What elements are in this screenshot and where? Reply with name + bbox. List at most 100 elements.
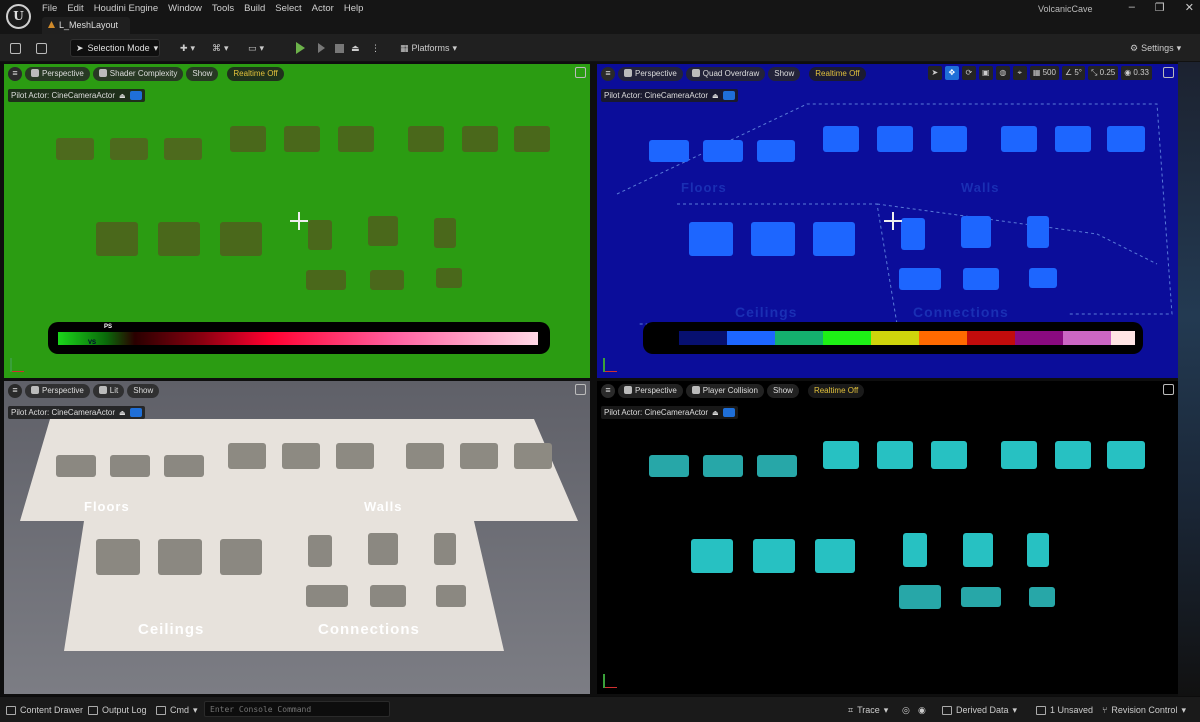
menu-houdini-engine[interactable]: Houdini Engine — [92, 0, 166, 16]
viewport-shader-complexity[interactable]: PS VS ≡ Perspective Shader Complexity Sh… — [4, 64, 590, 378]
mesh-ceiling[interactable] — [689, 222, 733, 256]
collision-floor[interactable] — [757, 455, 797, 477]
mesh-ceiling[interactable] — [751, 222, 795, 256]
content-browse-button[interactable] — [36, 40, 47, 56]
mesh-wall[interactable] — [514, 443, 552, 469]
view-mode-button[interactable]: Quad Overdraw — [685, 66, 766, 81]
mesh-wall[interactable] — [336, 443, 374, 469]
mesh-connection[interactable] — [434, 218, 456, 248]
mesh-connection[interactable] — [308, 220, 332, 250]
eject-button[interactable]: ⏏ — [351, 40, 360, 56]
camera-icon[interactable] — [722, 91, 735, 100]
menu-file[interactable]: File — [40, 0, 65, 16]
mesh-wall[interactable] — [1055, 126, 1091, 152]
rotation-snap-toggle[interactable]: ∠ 5° — [1061, 66, 1086, 80]
collision-floor[interactable] — [649, 455, 689, 477]
world-space-icon[interactable]: ◍ — [995, 66, 1010, 80]
select-tool-icon[interactable]: ➤ — [927, 66, 942, 80]
collision-wall[interactable] — [877, 441, 913, 469]
menu-window[interactable]: Window — [166, 0, 210, 16]
mesh-wall[interactable] — [408, 126, 444, 152]
view-mode-button[interactable]: Player Collision — [685, 383, 764, 398]
unreal-logo-icon[interactable]: U — [6, 4, 31, 29]
mesh-connection[interactable] — [1029, 268, 1057, 288]
perspective-button[interactable]: Perspective — [25, 66, 90, 81]
mesh-ceiling[interactable] — [158, 222, 200, 256]
blueprint-button[interactable]: ⌘ ▾ — [212, 40, 229, 56]
mesh-ceiling[interactable] — [813, 222, 855, 256]
eject-icon[interactable]: ⏏ — [712, 92, 719, 100]
mesh-floor[interactable] — [703, 140, 743, 162]
viewport-player-collision[interactable]: ≡ Perspective Player Collision Show Real… — [597, 381, 1178, 694]
view-mode-button[interactable]: Lit — [92, 383, 125, 398]
mesh-wall[interactable] — [877, 126, 913, 152]
mesh-connection[interactable] — [370, 270, 404, 290]
mesh-wall[interactable] — [1107, 126, 1145, 152]
camera-icon[interactable] — [722, 408, 735, 417]
save-button[interactable] — [10, 40, 21, 56]
rotate-tool-icon[interactable]: ⟳ — [961, 66, 976, 80]
mesh-ceiling[interactable] — [158, 539, 202, 575]
derived-data-dropdown[interactable]: Derived Data ▾ — [942, 702, 1017, 718]
revision-control-dropdown[interactable]: ⑂ Revision Control ▾ — [1102, 702, 1186, 718]
cinematics-button[interactable]: ▭ ▾ — [248, 40, 264, 56]
mesh-connection[interactable] — [370, 585, 406, 607]
collision-wall[interactable] — [1055, 441, 1091, 469]
trace-dropdown[interactable]: ⌗ Trace ▾ — [848, 702, 888, 718]
perspective-button[interactable]: Perspective — [618, 66, 683, 81]
mesh-wall[interactable] — [462, 126, 498, 152]
mesh-wall[interactable] — [284, 126, 320, 152]
collision-wall[interactable] — [1107, 441, 1145, 469]
step-button[interactable] — [318, 40, 325, 56]
menu-tools[interactable]: Tools — [210, 0, 242, 16]
move-tool-icon[interactable]: ✥ — [944, 66, 959, 80]
collision-ceiling[interactable] — [753, 539, 795, 573]
mesh-connection[interactable] — [368, 533, 398, 565]
viewport-menu-icon[interactable]: ≡ — [8, 66, 22, 81]
perspective-button[interactable]: Perspective — [25, 383, 90, 398]
collision-ceiling[interactable] — [815, 539, 855, 573]
menu-build[interactable]: Build — [242, 0, 273, 16]
mesh-floor[interactable] — [56, 455, 96, 477]
collision-connection[interactable] — [1029, 587, 1055, 607]
surface-snap-icon[interactable]: ⌖ — [1012, 66, 1027, 80]
maximize-viewport-icon[interactable] — [575, 384, 586, 395]
collision-connection[interactable] — [961, 587, 1001, 607]
perspective-button[interactable]: Perspective — [618, 383, 683, 398]
menu-edit[interactable]: Edit — [65, 0, 91, 16]
unsaved-button[interactable]: 1 Unsaved — [1036, 702, 1093, 718]
camera-icon[interactable] — [129, 91, 142, 100]
collision-wall[interactable] — [931, 441, 967, 469]
eject-icon[interactable]: ⏏ — [119, 92, 126, 100]
eject-icon[interactable]: ⏏ — [712, 409, 719, 417]
cmd-dropdown[interactable]: Cmd ▾ — [156, 702, 198, 718]
platforms-dropdown[interactable]: ▦ Platforms ▾ — [400, 40, 457, 56]
level-tab[interactable]: L_MeshLayout — [42, 17, 131, 34]
maximize-viewport-icon[interactable] — [575, 67, 586, 78]
play-button[interactable] — [296, 40, 305, 56]
viewport-quad-overdraw[interactable]: Floors Walls Ceilings Connections ≡ Pers… — [597, 64, 1178, 378]
mesh-wall[interactable] — [228, 443, 266, 469]
viewport-menu-icon[interactable]: ≡ — [8, 383, 22, 398]
show-button[interactable]: Show — [127, 383, 160, 398]
mesh-floor[interactable] — [110, 138, 148, 160]
mesh-floor[interactable] — [110, 455, 150, 477]
mesh-connection[interactable] — [1027, 216, 1049, 248]
eject-icon[interactable]: ⏏ — [119, 409, 126, 417]
grid-snap-toggle[interactable]: ▦ 500 — [1029, 66, 1059, 80]
viewport-lit[interactable]: Floors Walls Ceilings Connections ≡ Pers… — [4, 381, 590, 694]
collision-ceiling[interactable] — [691, 539, 733, 573]
realtime-toggle[interactable]: Realtime Off — [807, 383, 865, 398]
viewport-menu-icon[interactable]: ≡ — [601, 66, 615, 81]
collision-wall[interactable] — [823, 441, 859, 469]
mesh-wall[interactable] — [1001, 126, 1037, 152]
collision-floor[interactable] — [703, 455, 743, 477]
viewport-menu-icon[interactable]: ≡ — [601, 383, 615, 398]
maximize-viewport-icon[interactable] — [1163, 67, 1174, 78]
settings-dropdown[interactable]: ⚙ Settings ▾ — [1130, 40, 1181, 56]
mesh-ceiling[interactable] — [96, 222, 138, 256]
mesh-floor[interactable] — [757, 140, 795, 162]
mesh-wall[interactable] — [514, 126, 550, 152]
scale-tool-icon[interactable]: ▣ — [978, 66, 993, 80]
collision-connection[interactable] — [1027, 533, 1049, 567]
